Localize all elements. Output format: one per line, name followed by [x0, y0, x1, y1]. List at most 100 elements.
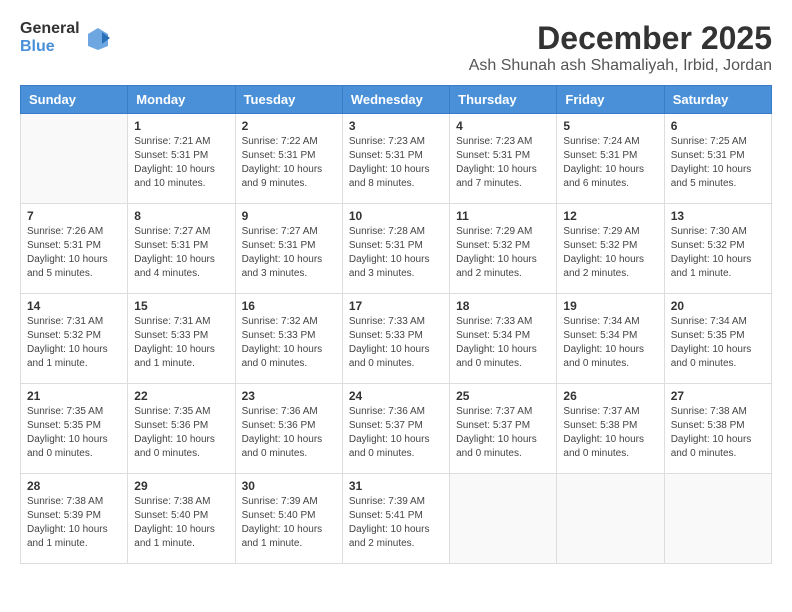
calendar-table: SundayMondayTuesdayWednesdayThursdayFrid…	[20, 85, 772, 564]
day-number: 16	[242, 299, 336, 313]
calendar-cell: 31Sunrise: 7:39 AM Sunset: 5:41 PM Dayli…	[342, 474, 449, 564]
calendar-cell: 10 Sunrise: 7:28 AM Sunset: 5:31 PM Dayli…	[342, 204, 449, 294]
cell-content: Sunrise: 7:22 AM Sunset: 5:31 PM Dayligh…	[242, 135, 336, 191]
cell-content: Sunrise: 7:34 AM Sunset: 5:35 PM Dayligh…	[671, 315, 765, 371]
calendar-header-tuesday: Tuesday	[235, 86, 342, 114]
calendar-cell: 8Sunrise: 7:27 AM Sunset: 5:31 PM Daylig…	[128, 204, 235, 294]
calendar-cell	[664, 474, 771, 564]
title-area: December 2025 Ash Shunah ash Shamaliyah,…	[469, 20, 772, 75]
calendar-cell: 15 Sunrise: 7:31 AM Sunset: 5:33 PM Dayli…	[128, 294, 235, 384]
day-number: 21	[27, 389, 121, 403]
calendar-cell: 24 Sunrise: 7:36 AM Sunset: 5:37 PM Dayli…	[342, 384, 449, 474]
cell-content: Sunrise: 7:26 AM Sunset: 5:31 PM Dayligh…	[27, 225, 121, 281]
day-number: 18	[456, 299, 550, 313]
day-number: 19	[563, 299, 657, 313]
logo: General Blue	[20, 20, 112, 55]
day-number: 20	[671, 299, 765, 313]
day-number: 10	[349, 209, 443, 223]
day-number: 31	[349, 479, 443, 493]
day-number: 4	[456, 119, 550, 133]
day-number: 7	[27, 209, 121, 223]
cell-content: Sunrise: 7:35 AM Sunset: 5:35 PM Dayligh…	[27, 405, 121, 461]
calendar-cell: 29Sunrise: 7:38 AM Sunset: 5:40 PM Dayli…	[128, 474, 235, 564]
week-row-2: 14Sunrise: 7:31 AM Sunset: 5:32 PM Dayli…	[21, 294, 772, 384]
cell-content: Sunrise: 7:38 AM Sunset: 5:40 PM Dayligh…	[134, 495, 228, 551]
day-number: 14	[27, 299, 121, 313]
calendar-cell: 19Sunrise: 7:34 AM Sunset: 5:34 PM Dayli…	[557, 294, 664, 384]
cell-content: Sunrise: 7:29 AM Sunset: 5:32 PM Dayligh…	[563, 225, 657, 281]
day-number: 12	[563, 209, 657, 223]
cell-content: Sunrise: 7:37 AM Sunset: 5:38 PM Dayligh…	[563, 405, 657, 461]
cell-content: Sunrise: 7:28 AM Sunset: 5:31 PM Dayligh…	[349, 225, 443, 281]
cell-content: Sunrise: 7:23 AM Sunset: 5:31 PM Dayligh…	[349, 135, 443, 191]
cell-content: Sunrise: 7:21 AM Sunset: 5:31 PM Dayligh…	[134, 135, 228, 191]
cell-content: Sunrise: 7:33 AM Sunset: 5:33 PM Dayligh…	[349, 315, 443, 371]
calendar-cell: 11 Sunrise: 7:29 AM Sunset: 5:32 PM Dayli…	[450, 204, 557, 294]
day-number: 3	[349, 119, 443, 133]
calendar-cell: 1 Sunrise: 7:21 AM Sunset: 5:31 PM Daylig…	[128, 114, 235, 204]
calendar-cell: 30Sunrise: 7:39 AM Sunset: 5:40 PM Dayli…	[235, 474, 342, 564]
week-row-0: 1 Sunrise: 7:21 AM Sunset: 5:31 PM Daylig…	[21, 114, 772, 204]
calendar-cell	[21, 114, 128, 204]
day-number: 26	[563, 389, 657, 403]
calendar-cell: 23Sunrise: 7:36 AM Sunset: 5:36 PM Dayli…	[235, 384, 342, 474]
calendar-cell: 16 Sunrise: 7:32 AM Sunset: 5:33 PM Dayli…	[235, 294, 342, 384]
calendar-cell: 17 Sunrise: 7:33 AM Sunset: 5:33 PM Dayli…	[342, 294, 449, 384]
calendar-header-wednesday: Wednesday	[342, 86, 449, 114]
calendar-cell: 2Sunrise: 7:22 AM Sunset: 5:31 PM Daylig…	[235, 114, 342, 204]
main-title: December 2025	[469, 20, 772, 57]
calendar-header-saturday: Saturday	[664, 86, 771, 114]
calendar-cell: 14Sunrise: 7:31 AM Sunset: 5:32 PM Dayli…	[21, 294, 128, 384]
cell-content: Sunrise: 7:27 AM Sunset: 5:31 PM Dayligh…	[134, 225, 228, 281]
subtitle: Ash Shunah ash Shamaliyah, Irbid, Jordan	[469, 57, 772, 75]
day-number: 13	[671, 209, 765, 223]
cell-content: Sunrise: 7:38 AM Sunset: 5:39 PM Dayligh…	[27, 495, 121, 551]
calendar-cell: 13 Sunrise: 7:30 AM Sunset: 5:32 PM Dayli…	[664, 204, 771, 294]
logo-icon	[84, 24, 112, 52]
day-number: 6	[671, 119, 765, 133]
calendar-cell: 18 Sunrise: 7:33 AM Sunset: 5:34 PM Dayli…	[450, 294, 557, 384]
cell-content: Sunrise: 7:25 AM Sunset: 5:31 PM Dayligh…	[671, 135, 765, 191]
cell-content: Sunrise: 7:33 AM Sunset: 5:34 PM Dayligh…	[456, 315, 550, 371]
cell-content: Sunrise: 7:37 AM Sunset: 5:37 PM Dayligh…	[456, 405, 550, 461]
cell-content: Sunrise: 7:31 AM Sunset: 5:33 PM Dayligh…	[134, 315, 228, 371]
calendar-cell: 26 Sunrise: 7:37 AM Sunset: 5:38 PM Dayli…	[557, 384, 664, 474]
day-number: 30	[242, 479, 336, 493]
cell-content: Sunrise: 7:36 AM Sunset: 5:37 PM Dayligh…	[349, 405, 443, 461]
day-number: 28	[27, 479, 121, 493]
calendar-cell: 25Sunrise: 7:37 AM Sunset: 5:37 PM Dayli…	[450, 384, 557, 474]
cell-content: Sunrise: 7:36 AM Sunset: 5:36 PM Dayligh…	[242, 405, 336, 461]
day-number: 1	[134, 119, 228, 133]
calendar-header-thursday: Thursday	[450, 86, 557, 114]
calendar-cell: 4Sunrise: 7:23 AM Sunset: 5:31 PM Daylig…	[450, 114, 557, 204]
calendar-cell: 9 Sunrise: 7:27 AM Sunset: 5:31 PM Daylig…	[235, 204, 342, 294]
day-number: 24	[349, 389, 443, 403]
cell-content: Sunrise: 7:27 AM Sunset: 5:31 PM Dayligh…	[242, 225, 336, 281]
cell-content: Sunrise: 7:30 AM Sunset: 5:32 PM Dayligh…	[671, 225, 765, 281]
cell-content: Sunrise: 7:32 AM Sunset: 5:33 PM Dayligh…	[242, 315, 336, 371]
day-number: 11	[456, 209, 550, 223]
logo-text: General Blue	[20, 20, 112, 55]
week-row-1: 7 Sunrise: 7:26 AM Sunset: 5:31 PM Daylig…	[21, 204, 772, 294]
calendar-header-friday: Friday	[557, 86, 664, 114]
calendar-cell	[450, 474, 557, 564]
calendar-cell: 28 Sunrise: 7:38 AM Sunset: 5:39 PM Dayli…	[21, 474, 128, 564]
day-number: 9	[242, 209, 336, 223]
cell-content: Sunrise: 7:38 AM Sunset: 5:38 PM Dayligh…	[671, 405, 765, 461]
page-header: General Blue December 2025 Ash Shunah as…	[20, 20, 772, 75]
calendar-cell: 12 Sunrise: 7:29 AM Sunset: 5:32 PM Dayli…	[557, 204, 664, 294]
day-number: 27	[671, 389, 765, 403]
calendar-cell	[557, 474, 664, 564]
day-number: 15	[134, 299, 228, 313]
day-number: 22	[134, 389, 228, 403]
calendar-cell: 20 Sunrise: 7:34 AM Sunset: 5:35 PM Dayli…	[664, 294, 771, 384]
day-number: 17	[349, 299, 443, 313]
week-row-4: 28 Sunrise: 7:38 AM Sunset: 5:39 PM Dayli…	[21, 474, 772, 564]
calendar-header-row: SundayMondayTuesdayWednesdayThursdayFrid…	[21, 86, 772, 114]
cell-content: Sunrise: 7:29 AM Sunset: 5:32 PM Dayligh…	[456, 225, 550, 281]
week-row-3: 21 Sunrise: 7:35 AM Sunset: 5:35 PM Dayli…	[21, 384, 772, 474]
calendar-cell: 7 Sunrise: 7:26 AM Sunset: 5:31 PM Daylig…	[21, 204, 128, 294]
calendar-cell: 22Sunrise: 7:35 AM Sunset: 5:36 PM Dayli…	[128, 384, 235, 474]
calendar-header-monday: Monday	[128, 86, 235, 114]
cell-content: Sunrise: 7:24 AM Sunset: 5:31 PM Dayligh…	[563, 135, 657, 191]
